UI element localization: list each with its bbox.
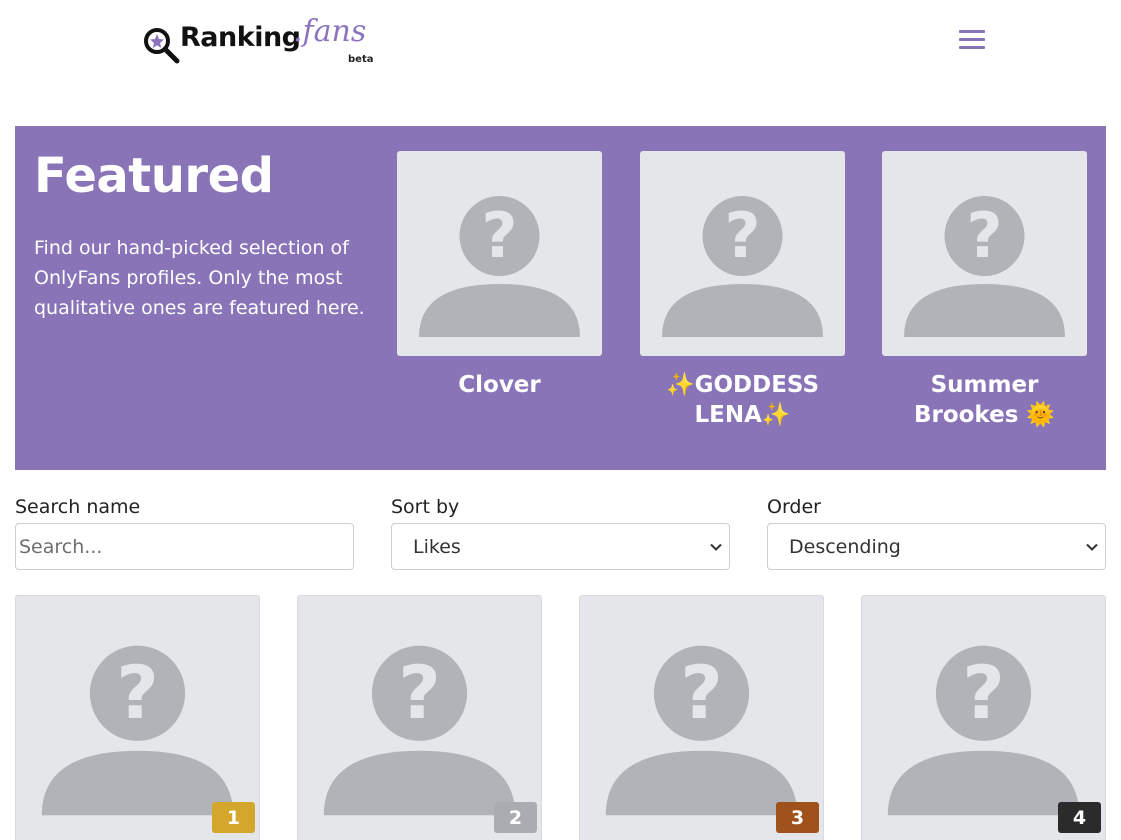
svg-text:?: ? (116, 651, 159, 736)
featured-profile-name[interactable]: Summer Brookes 🌞 (882, 370, 1087, 430)
featured-profile-card[interactable]: ? Clover (397, 151, 602, 400)
sort-label: Sort by (391, 496, 460, 518)
featured-profile-name[interactable]: ✨GODDESS LENA✨ (640, 370, 845, 430)
profile-card[interactable]: ? 2 (297, 595, 542, 840)
search-label: Search name (15, 496, 141, 518)
profile-card[interactable]: ? 3 (579, 595, 824, 840)
featured-profile-image[interactable]: ? (882, 151, 1087, 356)
menu-bar (959, 46, 985, 49)
sort-selected-value: Likes (413, 535, 461, 558)
menu-bar (959, 30, 985, 33)
featured-profile-name[interactable]: Clover (397, 370, 602, 400)
order-select[interactable]: Descending (767, 523, 1106, 570)
magnifier-star-icon (144, 28, 180, 64)
logo-beta-badge: beta (348, 54, 374, 65)
featured-profile-image[interactable]: ? (397, 151, 602, 356)
placeholder-avatar-icon: ? (419, 196, 580, 337)
chevron-down-icon (710, 543, 722, 551)
menu-bar (959, 38, 985, 41)
site-header: Ranking .fans beta (0, 0, 1121, 90)
profile-card[interactable]: ? 1 (15, 595, 260, 840)
logo-word: Ranking (180, 22, 301, 53)
placeholder-avatar-icon: ? (904, 196, 1065, 337)
profile-card[interactable]: ? 4 (861, 595, 1106, 840)
hamburger-menu-icon[interactable] (956, 26, 988, 54)
logo-suffix: .fans (293, 14, 367, 49)
rank-badge: 3 (776, 802, 819, 833)
svg-text:?: ? (967, 199, 1003, 272)
rank-badge: 4 (1058, 802, 1101, 833)
featured-profile-card[interactable]: ? ✨GODDESS LENA✨ (640, 151, 845, 430)
sort-select[interactable]: Likes (391, 523, 730, 570)
rank-badge: 1 (212, 802, 255, 833)
rank-badge: 2 (494, 802, 537, 833)
chevron-down-icon (1086, 543, 1098, 551)
featured-section: Featured Find our hand-picked selection … (15, 126, 1106, 470)
svg-text:?: ? (482, 199, 518, 272)
order-selected-value: Descending (789, 535, 901, 558)
featured-profile-card[interactable]: ? Summer Brookes 🌞 (882, 151, 1087, 430)
svg-text:?: ? (680, 651, 723, 736)
search-input[interactable] (15, 523, 354, 570)
featured-description: Find our hand-picked selection of OnlyFa… (34, 237, 365, 319)
placeholder-avatar-icon: ? (662, 196, 823, 337)
svg-text:?: ? (398, 651, 441, 736)
svg-text:?: ? (962, 651, 1005, 736)
featured-title: Featured (34, 148, 274, 204)
svg-text:?: ? (725, 199, 761, 272)
featured-profile-image[interactable]: ? (640, 151, 845, 356)
order-label: Order (767, 496, 821, 518)
